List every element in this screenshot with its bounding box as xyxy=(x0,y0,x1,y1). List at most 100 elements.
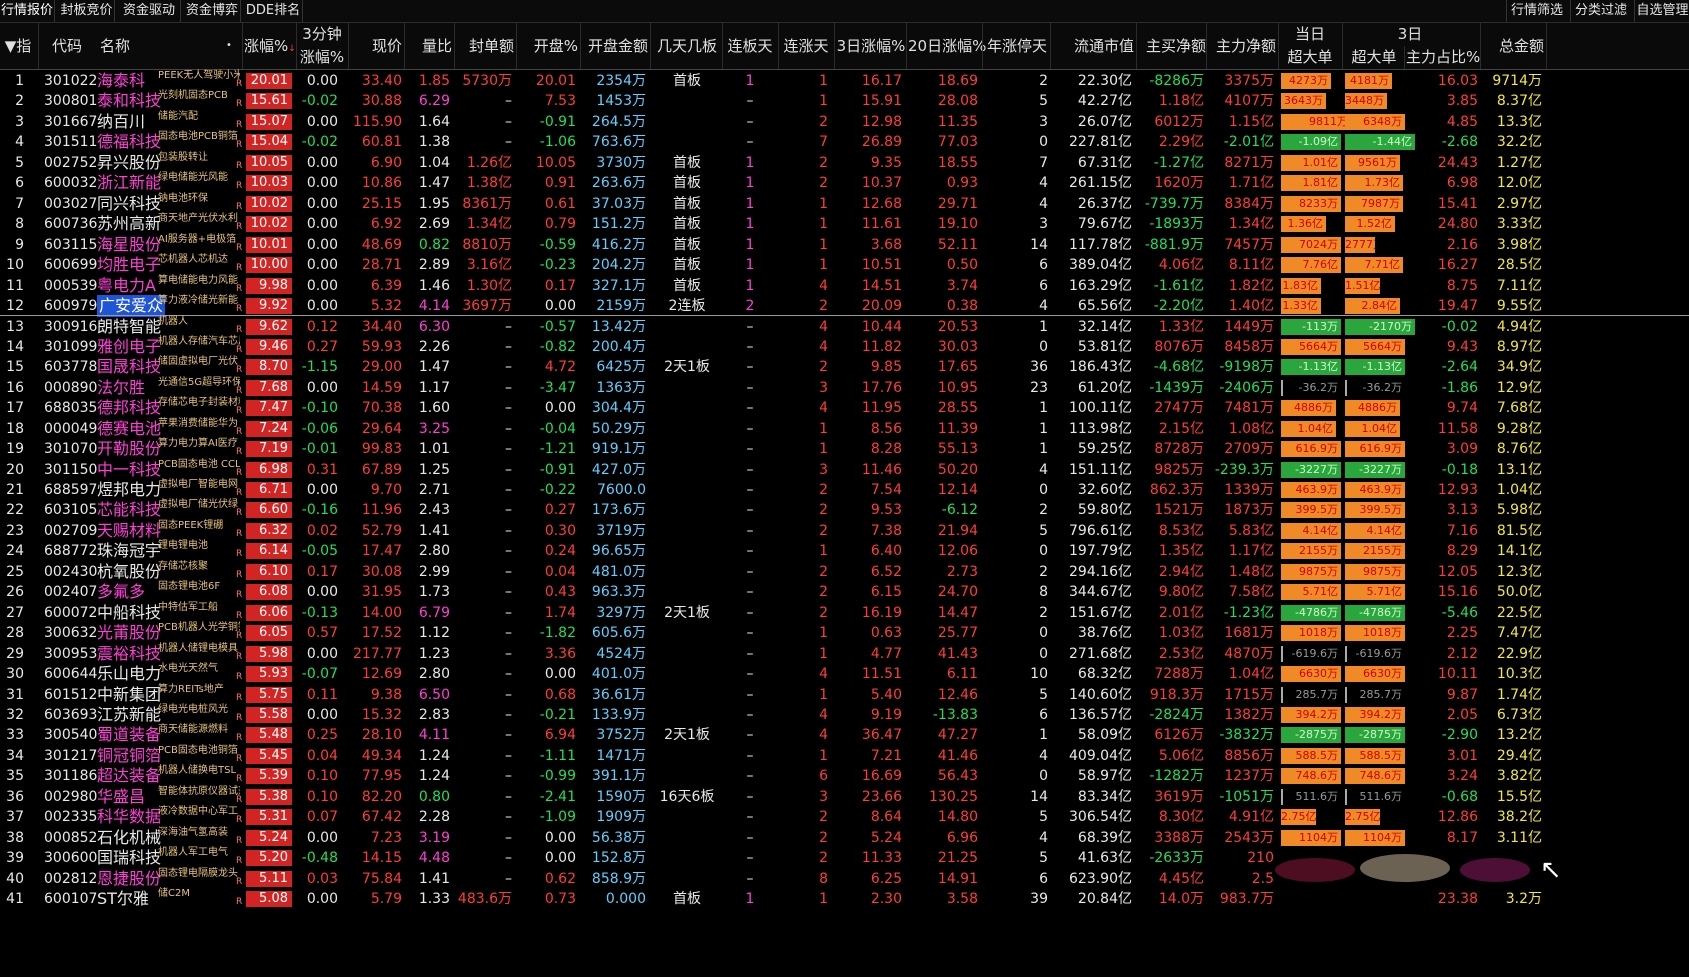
stock-name[interactable]: 苏州高新 xyxy=(97,213,161,235)
stock-code[interactable]: 603105 xyxy=(44,499,100,521)
stock-name[interactable]: 珠海冠宇 xyxy=(97,540,161,562)
header-float-cap[interactable]: 流通市值 xyxy=(1052,23,1134,69)
table-row[interactable]: 24 688772 珠海冠宇 锂电锂电池 R 6.14 -0.05 17.47 2.80–0.2… xyxy=(0,540,1689,562)
stock-name[interactable]: 中新集团 xyxy=(97,684,161,706)
table-row[interactable]: 41 600107 ST尔雅 储C2M R 5.08 0.00 5.79 1.33 483.6万 0… xyxy=(0,888,1689,910)
tab-fund-game[interactable]: 资金博弈 xyxy=(184,0,241,22)
stock-name[interactable]: 浙江新能 xyxy=(97,172,161,194)
stock-code[interactable]: 688597 xyxy=(44,479,100,501)
table-row[interactable]: 28 300632 光莆股份 PCB机器人光学铜箔 R 6.05 0.57 17.52 1.12… xyxy=(0,622,1689,644)
stock-code[interactable]: 002812 xyxy=(44,868,100,890)
table-row[interactable]: 12 600979 广安爱众 算力液冷储光新能 R 9.92 0.00 5.32 4.14 369… xyxy=(0,294,1689,317)
stock-code[interactable]: 002407 xyxy=(44,581,100,603)
stock-name[interactable]: 震裕科技 xyxy=(97,643,161,665)
stock-code[interactable]: 600107 xyxy=(44,888,100,910)
header-volume-ratio[interactable]: 量比 xyxy=(406,23,452,69)
header-days-boards[interactable]: 几天几板 xyxy=(654,23,720,69)
table-row[interactable]: 2 300801 泰和科技 光刻机固态PCB R 15.61 -0.02 30.88 6.29–… xyxy=(0,90,1689,112)
stock-code[interactable]: 300600 xyxy=(44,847,100,869)
table-row[interactable]: 36 002980 华盛昌 智能体抗原仪器试剂 R 5.38 0.10 82.20 0.80– -… xyxy=(0,786,1689,808)
stock-name[interactable]: 江苏新能 xyxy=(97,704,161,726)
table-row[interactable]: 33 300540 蜀道装备 商天储能源燃料 R 5.48 0.25 28.10 4.11–6.… xyxy=(0,724,1689,746)
stock-code[interactable]: 301667 xyxy=(44,111,100,133)
stock-name[interactable]: 中一科技 xyxy=(97,459,161,481)
stock-code[interactable]: 301217 xyxy=(44,745,100,767)
table-row[interactable]: 9 603115 海星股份 AI服务器+电极箔 R 10.01 0.00 48.69 0.82 8… xyxy=(0,234,1689,256)
table-row[interactable]: 20 301150 中一科技 PCB固态电池 CCL R 6.98 0.31 67.89 1.2… xyxy=(0,459,1689,481)
stock-code[interactable]: 003027 xyxy=(44,193,100,215)
stock-name[interactable]: 石化机械 xyxy=(97,827,161,849)
table-row[interactable]: 31 601512 中新集团 算力REITs地产 R 5.75 0.11 9.38 6.50–0… xyxy=(0,684,1689,706)
stock-name[interactable]: 德邦科技 xyxy=(97,397,161,419)
header-20day-pct[interactable]: 20日涨幅% xyxy=(908,23,986,69)
table-row[interactable]: 18 000049 德赛电池 苹果消费储能华为 R 7.24 -0.06 29.64 3.25–… xyxy=(0,418,1689,440)
table-row[interactable]: 14 301099 雅创电子 机器人存储汽车芯片 R 9.46 0.27 59.93 2.26–… xyxy=(0,336,1689,358)
stock-code[interactable]: 301186 xyxy=(44,765,100,787)
header-3day-pct[interactable]: 3日涨幅% xyxy=(836,23,906,69)
stock-name[interactable]: 恩捷股份 xyxy=(97,868,161,890)
stock-name[interactable]: 开勒股份 xyxy=(97,438,161,460)
table-row[interactable]: 25 002430 杭氧股份 存储芯核聚 R 6.10 0.17 30.08 2.99–0.04… xyxy=(0,561,1689,583)
stock-name[interactable]: 海泰科 xyxy=(97,70,145,92)
tab-dde-rank[interactable]: DDE排名 xyxy=(244,0,303,22)
header-main-net-buy[interactable]: 主买净额 xyxy=(1138,23,1206,69)
header-open-pct[interactable]: 开盘% xyxy=(520,23,578,69)
stock-code[interactable]: 301022 xyxy=(44,70,100,92)
stock-code[interactable]: 600736 xyxy=(44,213,100,235)
header-index[interactable]: ▼指 xyxy=(2,23,34,69)
stock-code[interactable]: 603693 xyxy=(44,704,100,726)
stock-code[interactable]: 600644 xyxy=(44,663,100,685)
table-row[interactable]: 38 000852 石化机械 深海油气氢高装 R 5.24 0.00 7.23 3.19–0.0… xyxy=(0,827,1689,849)
stock-code[interactable]: 000890 xyxy=(44,377,100,399)
table-row[interactable]: 1 301022 海泰科 PEEK无人驾驶小米 R 20.01 0.00 33.40 1.85 5… xyxy=(0,70,1689,92)
stock-name[interactable]: 中船科技 xyxy=(97,602,161,624)
header-3day-super[interactable]: 超大单 xyxy=(1344,46,1404,69)
header-3min-bottom[interactable]: 涨幅% xyxy=(298,46,346,69)
header-today-top[interactable]: 当日 xyxy=(1280,23,1340,46)
table-row[interactable]: 21 688597 煜邦电力 虚拟电厂智能电网 R 6.71 0.00 9.70 2.71– -0… xyxy=(0,479,1689,501)
stock-name[interactable]: 广安爱众 xyxy=(97,294,166,317)
stock-name[interactable]: 科华数据 xyxy=(97,806,161,828)
table-row[interactable]: 8 600736 苏州高新 商天地产光伏水利 R 10.02 0.00 6.92 2.69 1.3… xyxy=(0,213,1689,235)
header-main-ratio[interactable]: 主力占比% xyxy=(1406,46,1480,69)
header-year-limit-days[interactable]: 年涨停天 xyxy=(984,23,1050,69)
stock-name[interactable]: 多氟多 xyxy=(97,581,145,603)
table-row[interactable]: 19 301070 开勒股份 算力电力算AI医疗 R 7.19 -0.01 99.83 1.01… xyxy=(0,438,1689,460)
table-row[interactable]: 11 000539 粤电力A 算电储能电力风能 R 9.98 0.00 6.39 1.46 1.3… xyxy=(0,275,1689,297)
table-row[interactable]: 26 002407 多氟多 固态锂电池6F R 6.08 0.00 31.95 1.73–0.4… xyxy=(0,581,1689,603)
table-row[interactable]: 23 002709 天赐材料 固态PEEK锂硼 R 6.32 0.02 52.79 1.41–0… xyxy=(0,520,1689,542)
stock-code[interactable]: 301150 xyxy=(44,459,100,481)
stock-code[interactable]: 300540 xyxy=(44,724,100,746)
stock-code[interactable]: 301099 xyxy=(44,336,100,358)
stock-name[interactable]: 蜀道装备 xyxy=(97,724,161,746)
tab-fund-driver[interactable]: 资金驱动力 xyxy=(118,0,181,40)
table-row[interactable]: 22 603105 芯能科技 虚拟电厂储光伏绿 R 6.60 -0.16 11.96 2.43–… xyxy=(0,499,1689,521)
table-row[interactable]: 30 600644 乐山电力 水电光天然气 R 5.93 -0.07 12.69 2.80–0.… xyxy=(0,663,1689,685)
table-row[interactable]: 35 301186 超达装备 机器人储换电TSL R 5.39 0.10 77.95 1.24–… xyxy=(0,765,1689,787)
tab-seal-bid[interactable]: 封板竞价 xyxy=(59,0,115,22)
stock-name[interactable]: 雅创电子 xyxy=(97,336,161,358)
stock-code[interactable]: 300632 xyxy=(44,622,100,644)
stock-name[interactable]: 国瑞科技 xyxy=(97,847,161,869)
stock-code[interactable]: 600072 xyxy=(44,602,100,624)
table-row[interactable]: 7 003027 同兴科技 钠电池环保 R 10.02 0.00 25.15 1.95 8361万… xyxy=(0,193,1689,215)
stock-code[interactable]: 002752 xyxy=(44,152,100,174)
tab-quote[interactable]: 行情报价 xyxy=(0,0,55,22)
table-row[interactable]: 39 300600 国瑞科技 机器人军工电气 R 5.20 -0.48 14.15 4.48–0… xyxy=(0,847,1689,869)
stock-name[interactable]: 德赛电池 xyxy=(97,418,161,440)
stock-code[interactable]: 603115 xyxy=(44,234,100,256)
stock-name[interactable]: 粤电力A xyxy=(97,275,156,297)
tab-quote-filter[interactable]: 行情筛选 xyxy=(1506,0,1567,22)
header-today-super[interactable]: 超大单 xyxy=(1280,46,1340,69)
stock-code[interactable]: 600699 xyxy=(44,254,100,276)
stock-code[interactable]: 601512 xyxy=(44,684,100,706)
table-row[interactable]: 27 600072 中船科技 中特估军工船 R 6.06 -0.13 14.00 6.79–1.… xyxy=(0,602,1689,624)
stock-name[interactable]: 铜冠铜箔 xyxy=(97,745,161,767)
stock-name[interactable]: ST尔雅 xyxy=(97,888,149,910)
table-row[interactable]: 40 002812 恩捷股份 固态锂电隔膜龙头 R 5.11 0.03 75.84 1.41–0… xyxy=(0,868,1689,890)
stock-code[interactable]: 002430 xyxy=(44,561,100,583)
tab-category-filter[interactable]: 分类过滤 xyxy=(1570,0,1631,22)
stock-name[interactable]: 超达装备 xyxy=(97,765,161,787)
stock-code[interactable]: 600032 xyxy=(44,172,100,194)
stock-name[interactable]: 纳百川 xyxy=(97,111,145,133)
